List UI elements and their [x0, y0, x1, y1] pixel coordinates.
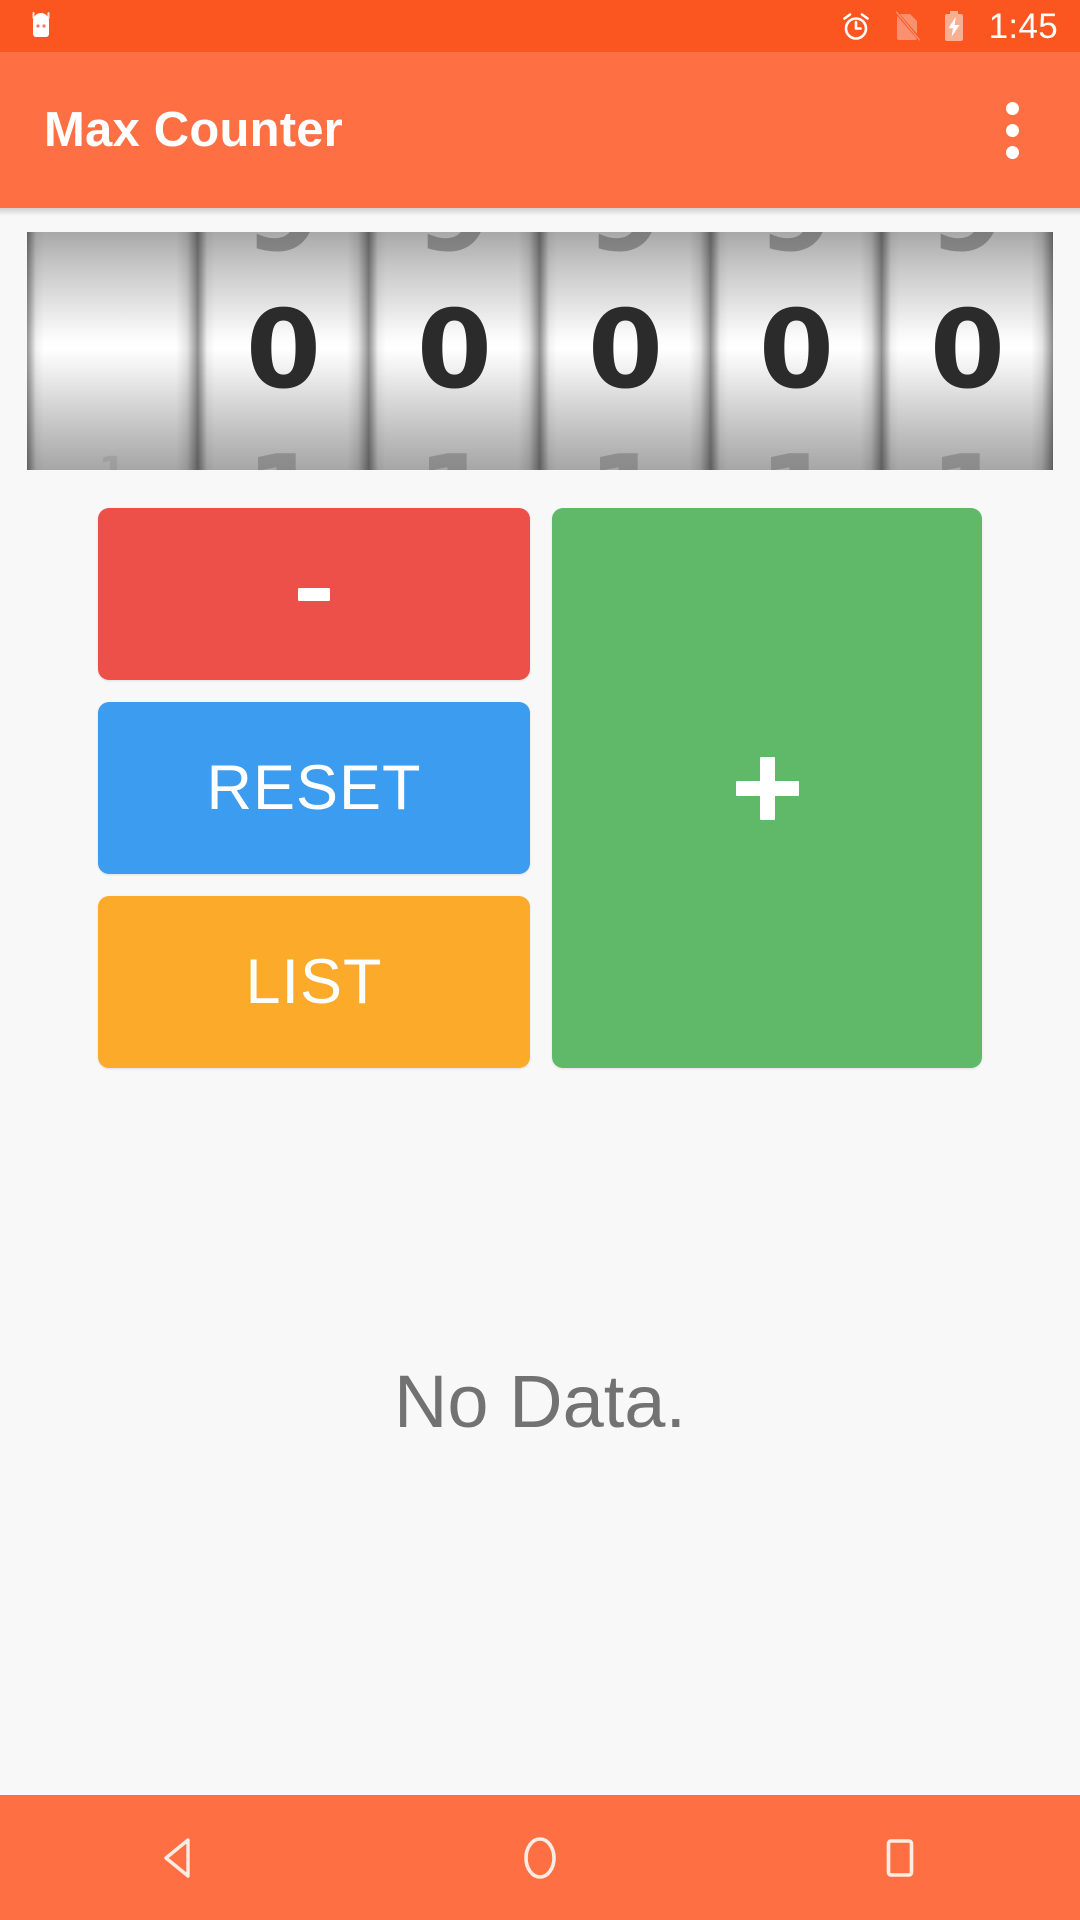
counter-wheel: 9 0 1 [711, 232, 882, 470]
counter-wheel-peek-bottom: 1 [711, 442, 882, 470]
overflow-dot-icon [1005, 145, 1019, 159]
counter-wheel-digit: 0 [245, 288, 322, 413]
overflow-dot-icon [1005, 101, 1019, 115]
counter-wheel-digit: 0 [929, 288, 1006, 413]
decrement-button[interactable] [98, 508, 530, 680]
nav-recents-button[interactable] [720, 1795, 1080, 1920]
counter-wheel-peek-bottom: 1 [27, 452, 198, 470]
app-bar-shadow [0, 208, 1080, 216]
counter-wheel-digit: 0 [758, 288, 835, 413]
status-bar-left [24, 9, 58, 43]
android-mascot-icon [32, 12, 50, 37]
empty-state-message: No Data. [393, 1359, 687, 1443]
battery-charging-icon [944, 11, 963, 41]
counter-wheel: 9 0 1 [198, 232, 369, 470]
counter-wheel: 9 0 1 [882, 232, 1053, 470]
counter-odometer: 9 1 9 0 1 9 0 1 9 0 1 9 0 1 9 0 1 [27, 232, 1053, 470]
minus-icon [298, 587, 330, 601]
alarm-icon [842, 13, 869, 40]
phone-screen: 1:45 Max Counter 9 1 9 0 1 9 0 1 9 [0, 0, 1080, 1920]
counter-wheel-peek-bottom: 1 [540, 442, 711, 470]
status-bar: 1:45 [0, 0, 1080, 52]
plus-icon [735, 780, 799, 796]
status-bar-right: 1:45 [839, 9, 1058, 44]
counter-controls: RESET LIST [98, 508, 982, 1068]
increment-button[interactable] [552, 508, 982, 1068]
overflow-dot-icon [1005, 123, 1019, 137]
controls-left-column: RESET LIST [98, 508, 530, 1068]
counter-wheel-peek-bottom: 1 [882, 442, 1053, 470]
status-bar-clock: 1:45 [988, 6, 1058, 46]
counter-wheel: 9 0 1 [540, 232, 711, 470]
page-title: Max Counter [44, 102, 343, 157]
no-sim-icon [893, 9, 923, 43]
counter-wheel-peek-bottom: 1 [369, 442, 540, 470]
list-button[interactable]: LIST [98, 896, 530, 1068]
recents-icon [886, 1838, 914, 1877]
counter-wheel-digit: 0 [416, 288, 493, 413]
navigation-bar [0, 1795, 1080, 1920]
counter-wheel: 9 1 [27, 232, 198, 470]
content-area: No Data. [0, 1068, 1080, 1795]
counter-wheel-peek-bottom: 1 [198, 442, 369, 470]
counter-wheel-digit: 0 [587, 288, 664, 413]
back-icon [164, 1837, 190, 1878]
home-icon [524, 1836, 556, 1879]
nav-back-button[interactable] [0, 1795, 360, 1920]
nav-home-button[interactable] [360, 1795, 720, 1920]
reset-button[interactable]: RESET [98, 702, 530, 874]
counter-wheel: 9 0 1 [369, 232, 540, 470]
app-bar: Max Counter [0, 52, 1080, 208]
overflow-menu-button[interactable] [964, 82, 1060, 178]
